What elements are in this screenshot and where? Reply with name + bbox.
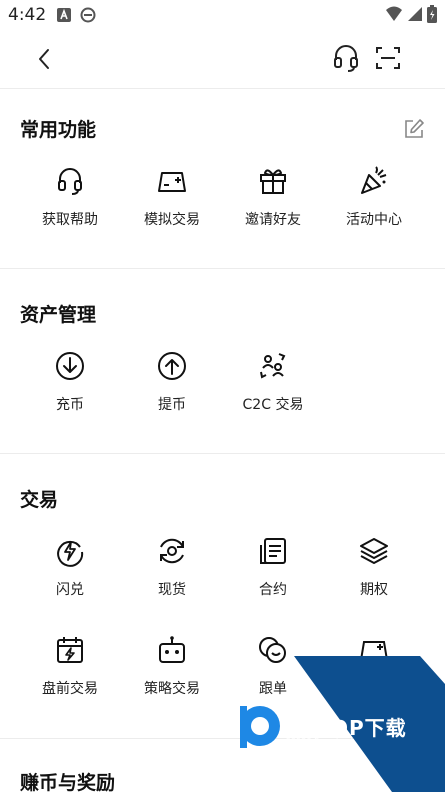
headset-icon (334, 45, 358, 72)
top-bar (0, 32, 445, 88)
grid-item-spot[interactable]: 现货 (122, 535, 222, 615)
layers-icon (360, 538, 388, 564)
grid-item-withdraw[interactable]: 提币 (122, 350, 222, 430)
grid-item-label: 策略交易 (144, 681, 200, 697)
section-title-trade: 交易 (20, 489, 59, 511)
grid-item-copy-trading[interactable]: 跟单 (223, 634, 323, 714)
withdraw-icon (158, 352, 186, 380)
grid-item-label: 合约 (259, 582, 287, 598)
browser-notification-icon (80, 7, 96, 27)
flash-swap-icon (57, 540, 84, 567)
grid-item-activity-center[interactable]: 活动中心 (324, 165, 424, 245)
grid-item-label: 盘前交易 (42, 681, 98, 697)
divider (0, 88, 445, 89)
divider (0, 738, 445, 739)
grid-item-demo-trading[interactable]: 模拟交易 (122, 165, 222, 245)
chevron-left-icon (39, 49, 49, 69)
grid-item-partial-hidden[interactable] (324, 634, 424, 714)
grid-item-label: 期权 (360, 582, 388, 598)
grid-item-help[interactable]: 获取帮助 (20, 165, 120, 245)
status-time: 4:42 (8, 5, 47, 25)
scan-button[interactable] (372, 42, 404, 74)
gift-icon (260, 169, 286, 194)
headset-icon (58, 168, 82, 195)
spot-icon (160, 538, 184, 564)
grid-item-label: 提币 (158, 397, 186, 413)
section-title-assets: 资产管理 (20, 304, 97, 326)
scan-icon (376, 47, 400, 69)
deposit-icon (56, 352, 84, 380)
grid-item-label: C2C 交易 (242, 397, 304, 413)
c2c-icon (260, 353, 286, 379)
grid-item-strategy[interactable]: 策略交易 (122, 634, 222, 714)
cellular-signal-icon (407, 6, 423, 26)
grid-item-invite[interactable]: 邀请好友 (223, 165, 323, 245)
grid-item-label: 获取帮助 (42, 212, 98, 228)
grid-item-pre-market[interactable]: 盘前交易 (20, 634, 120, 714)
status-bar: 4:42 (0, 0, 445, 32)
edit-icon (405, 119, 424, 138)
grid-item-label: 跟单 (259, 681, 287, 697)
calendar-flash-icon (57, 637, 83, 663)
grid-item-contract[interactable]: 合约 (223, 535, 323, 615)
copy-trade-icon (259, 637, 286, 663)
divider (0, 453, 445, 454)
divider (0, 268, 445, 269)
grid-item-label: 闪兑 (56, 582, 84, 598)
grid-item-label: 活动中心 (346, 212, 402, 228)
grid-item-label: 充币 (56, 397, 84, 413)
battery-icon (427, 5, 437, 27)
edit-button[interactable] (402, 117, 426, 141)
robot-icon (159, 636, 185, 663)
gamepad-icon (359, 641, 389, 661)
grid-item-label: 邀请好友 (245, 212, 301, 228)
party-popper-icon (361, 166, 387, 194)
grid-item-label: 模拟交易 (144, 212, 200, 228)
grid-item-options[interactable]: 期权 (324, 535, 424, 615)
section-title-earn: 赚币与奖励 (20, 772, 116, 792)
gamepad-icon (158, 172, 186, 192)
watermark-brand: PCPOP下载 (284, 716, 407, 740)
a-notification-icon (56, 7, 72, 27)
grid-item-flash-swap[interactable]: 闪兑 (20, 535, 120, 615)
grid-item-label: 现货 (158, 582, 186, 598)
back-button[interactable] (30, 44, 60, 74)
customer-service-button[interactable] (330, 42, 362, 74)
grid-item-deposit[interactable]: 充币 (20, 350, 120, 430)
section-title-common: 常用功能 (20, 119, 97, 141)
grid-item-c2c[interactable]: C2C 交易 (223, 350, 323, 430)
wifi-icon (385, 6, 403, 26)
contract-icon (260, 538, 286, 564)
